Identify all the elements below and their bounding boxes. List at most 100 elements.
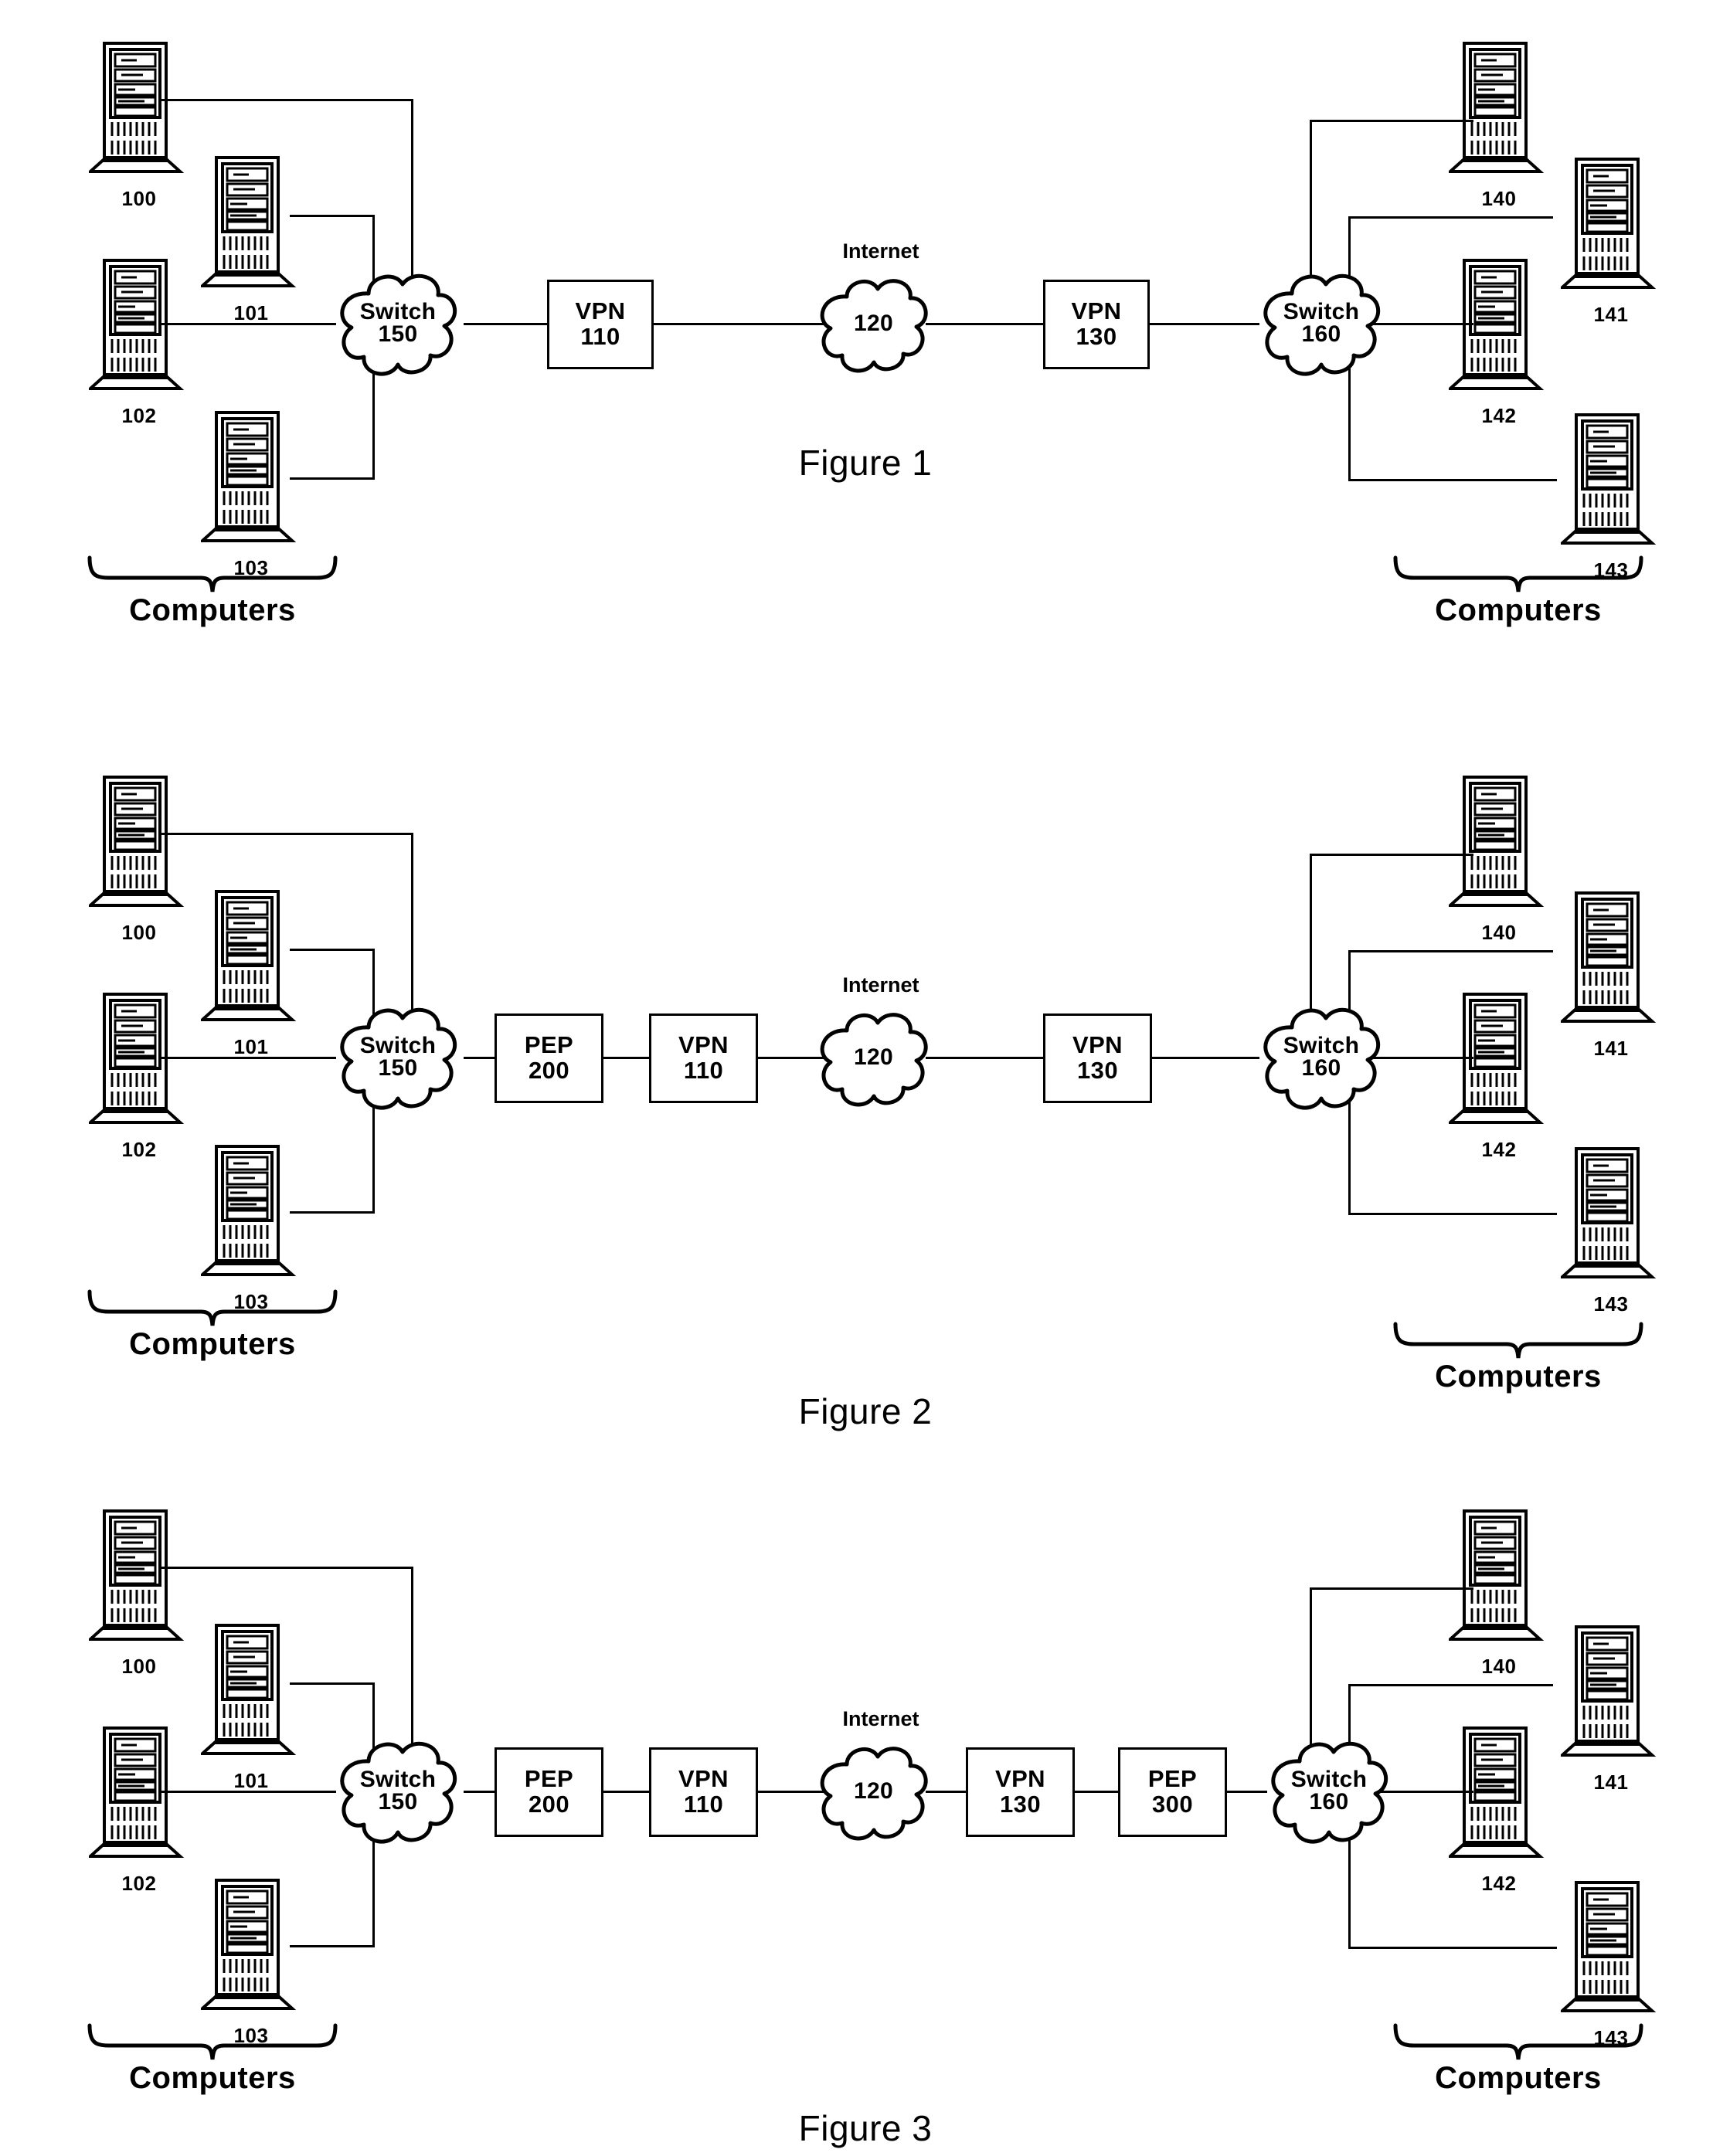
- computer-label-102: 102: [121, 404, 157, 427]
- fig3-computer-tower-100: 100: [89, 1508, 189, 1678]
- internet-caption-fig1: Internet: [842, 239, 919, 263]
- link-switch160-to-143: [1348, 479, 1557, 481]
- fig2-box-vpn-130-line2: 130: [1077, 1057, 1118, 1084]
- fig3-left-computers-brace: [85, 2022, 340, 2061]
- fig2-link-internet120-vpn130: [926, 1057, 1045, 1059]
- fig3-box-pep-300: PEP 300: [1118, 1747, 1227, 1837]
- fig3-box-vpn-130-line2: 130: [1000, 1791, 1041, 1818]
- fig2-right-computers-group-label: Computers: [1435, 1360, 1602, 1394]
- fig3-box-vpn-130: VPN 130: [966, 1747, 1075, 1837]
- fig2-computer-tower-102: 102: [89, 991, 189, 1161]
- fig2-link-103-to-switch150: [290, 1211, 375, 1214]
- cloud-switch-160: Switch 160: [1252, 263, 1391, 385]
- fig3-link-switch160-to-141: [1348, 1684, 1553, 1686]
- computer-label-142: 142: [1481, 404, 1517, 427]
- fig3-link-101-to-switch150: [290, 1682, 375, 1685]
- box-vpn-110-line1: VPN: [575, 297, 626, 325]
- fig3-right-computers-brace: [1391, 2022, 1646, 2061]
- cloud-switch-150: Switch 150: [328, 263, 467, 385]
- fig3-internet-caption: Internet: [842, 1707, 919, 1730]
- cloud-internet-120: 120: [810, 269, 937, 381]
- fig2-left-computers-brace: [85, 1289, 340, 1327]
- fig3-box-pep-200: PEP 200: [495, 1747, 603, 1837]
- fig2-right-computers-brace: [1391, 1321, 1646, 1360]
- fig3-box-pep-300-line2: 300: [1152, 1791, 1193, 1818]
- fig2-link-pep200-vpn110: [599, 1057, 649, 1059]
- fig3-computer-tower-140: 140: [1449, 1508, 1549, 1678]
- link-vpn130-switch160: [1147, 323, 1259, 325]
- fig3-box-vpn-110-line1: VPN: [678, 1765, 729, 1793]
- fig2-computer-tower-101: 101: [201, 888, 301, 1058]
- box-vpn-130-line1: VPN: [1071, 297, 1122, 325]
- fig2-box-vpn-130: VPN 130: [1043, 1013, 1152, 1103]
- fig2-box-vpn-110: VPN 110: [649, 1013, 758, 1103]
- fig2-box-pep-200-line1: PEP: [524, 1031, 574, 1059]
- link-100-to-switch150: [158, 99, 413, 101]
- computer-tower-143: 143: [1561, 412, 1661, 582]
- left-computers-group-label: Computers: [129, 593, 296, 627]
- box-vpn-130-line2: 130: [1076, 323, 1117, 350]
- computer-label-101: 101: [233, 301, 269, 324]
- fig3-link-103-to-switch150: [290, 1945, 375, 1947]
- fig2-box-pep-200: PEP 200: [495, 1013, 603, 1103]
- fig2-computer-label-141: 141: [1593, 1037, 1629, 1060]
- fig3-computer-label-140: 140: [1481, 1655, 1517, 1678]
- fig2-computer-tower-100: 100: [89, 774, 189, 944]
- fig3-link-switch160-to-143: [1348, 1947, 1557, 1949]
- link-switch150-vpn110: [464, 323, 549, 325]
- link-103-to-switch150: [290, 477, 375, 480]
- fig2-computer-tower-103: 103: [201, 1143, 301, 1313]
- fig2-link-switch160-to-143: [1348, 1213, 1557, 1215]
- fig3-cloud-switch-160: Switch 160: [1259, 1730, 1399, 1852]
- fig2-link-100-to-switch150: [158, 833, 413, 835]
- fig3-box-pep-300-line1: PEP: [1147, 1765, 1198, 1793]
- fig3-computer-tower-102: 102: [89, 1725, 189, 1895]
- fig3-box-vpn-110: VPN 110: [649, 1747, 758, 1837]
- fig3-computer-tower-141: 141: [1561, 1624, 1661, 1794]
- computer-tower-101: 101: [201, 154, 301, 324]
- fig2-link-101-to-switch150: [290, 949, 375, 951]
- figure-3-caption: Figure 3: [798, 2108, 933, 2148]
- link-vpn110-internet120: [647, 323, 825, 325]
- fig3-link-pep200-vpn110: [599, 1791, 649, 1793]
- computer-tower-140: 140: [1449, 40, 1549, 210]
- fig2-box-vpn-110-line2: 110: [683, 1057, 724, 1084]
- fig3-cloud-switch-150: Switch 150: [328, 1730, 467, 1852]
- fig3-link-100-to-switch150: [158, 1567, 413, 1569]
- computer-tower-141: 141: [1561, 156, 1661, 326]
- figure-1-caption: Figure 1: [798, 443, 933, 483]
- fig3-computer-label-141: 141: [1593, 1771, 1629, 1794]
- fig2-computer-label-101: 101: [233, 1035, 269, 1058]
- fig2-computer-label-100: 100: [121, 921, 157, 944]
- fig2-cloud-switch-160: Switch 160: [1252, 997, 1391, 1119]
- fig2-box-vpn-130-line1: VPN: [1072, 1031, 1123, 1059]
- link-internet120-vpn130: [926, 323, 1045, 325]
- fig3-computer-label-100: 100: [121, 1655, 157, 1678]
- computer-label-100: 100: [121, 187, 157, 210]
- fig2-computer-label-102: 102: [121, 1138, 157, 1161]
- fig3-right-computers-group-label: Computers: [1435, 2061, 1602, 2095]
- fig3-computer-label-102: 102: [121, 1872, 157, 1895]
- fig2-computer-label-142: 142: [1481, 1138, 1517, 1161]
- link-switch160-to-141: [1348, 216, 1553, 219]
- fig3-cloud-internet-120: 120: [810, 1737, 937, 1849]
- fig2-cloud-switch-150: Switch 150: [328, 997, 467, 1119]
- fig2-cloud-internet-120: 120: [810, 1003, 937, 1115]
- computer-tower-103: 103: [201, 409, 301, 579]
- fig2-computer-tower-143: 143: [1561, 1146, 1661, 1316]
- link-101-to-switch150: [290, 215, 375, 217]
- fig2-internet-caption: Internet: [842, 973, 919, 997]
- fig2-box-vpn-110-line1: VPN: [678, 1031, 729, 1059]
- fig2-computer-tower-141: 141: [1561, 890, 1661, 1060]
- fig3-link-vpn130-pep300: [1070, 1791, 1118, 1793]
- fig3-computer-tower-101: 101: [201, 1622, 301, 1792]
- fig3-computer-label-142: 142: [1481, 1872, 1517, 1895]
- fig3-box-pep-200-line2: 200: [529, 1791, 569, 1818]
- fig3-computer-tower-103: 103: [201, 1877, 301, 2047]
- fig3-link-switch150-pep200: [464, 1791, 496, 1793]
- computer-label-140: 140: [1481, 187, 1517, 210]
- fig2-link-switch160-to-141: [1348, 950, 1553, 952]
- fig3-box-pep-200-line1: PEP: [524, 1765, 574, 1793]
- fig2-computer-label-143: 143: [1593, 1292, 1629, 1316]
- fig3-box-vpn-110-line2: 110: [683, 1791, 724, 1818]
